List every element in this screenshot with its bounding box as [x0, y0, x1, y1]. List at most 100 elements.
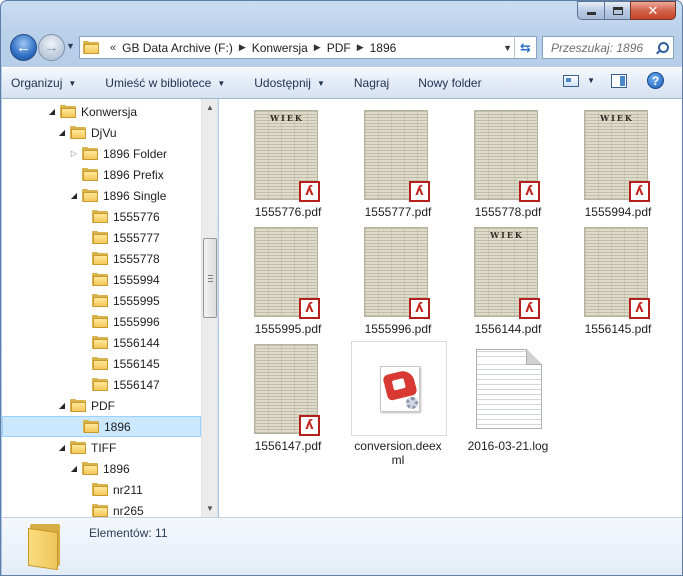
address-overflow-chevron[interactable]: «: [110, 42, 116, 54]
pdf-thumbnail: WIEK ʎ: [474, 227, 540, 319]
tree-item[interactable]: 1555778: [2, 248, 201, 269]
file-name: conversion.deexml: [354, 439, 442, 467]
tree-item[interactable]: ◢ DjVu: [2, 122, 201, 143]
file-name: 1556144.pdf: [474, 322, 542, 336]
item-count: Elementów: 11: [89, 526, 168, 540]
chevron-right-icon[interactable]: ▶: [314, 42, 321, 53]
file-name: 1555778.pdf: [474, 205, 542, 219]
file-item[interactable]: ʎ 1556145.pdf: [566, 225, 670, 340]
change-view-icon[interactable]: [563, 74, 580, 87]
preview-pane-icon[interactable]: [611, 73, 627, 88]
tree-item[interactable]: ◢ TIFF: [2, 437, 201, 458]
tree-item-label: nr265: [113, 503, 144, 518]
expanded-triangle-icon[interactable]: ◢: [57, 443, 67, 452]
chevron-right-icon[interactable]: ▶: [357, 42, 364, 53]
tree-item-label: nr211: [113, 482, 143, 497]
file-item[interactable]: ʎ 1555996.pdf: [346, 225, 450, 340]
tree-scrollbar[interactable]: ▲ ▼: [201, 99, 217, 517]
expanded-triangle-icon[interactable]: ◢: [57, 128, 67, 137]
tree-item[interactable]: nr211: [2, 479, 201, 500]
tree-item[interactable]: ▷ 1896 Folder: [2, 143, 201, 164]
help-icon[interactable]: ?: [647, 72, 664, 89]
tree-item[interactable]: 1555995: [2, 290, 201, 311]
file-item[interactable]: WIEK ʎ 1556144.pdf: [456, 225, 560, 340]
chevron-right-icon[interactable]: ▶: [239, 42, 246, 53]
pdf-file-icon: ʎ: [409, 298, 430, 319]
close-button[interactable]: ✕: [630, 1, 676, 20]
tree-item[interactable]: ◢ 1896 Single: [2, 185, 201, 206]
tree-item[interactable]: 1896: [2, 416, 201, 437]
tree-item-label: PDF: [91, 398, 115, 413]
expanded-triangle-icon[interactable]: ◢: [69, 191, 79, 200]
maximize-button[interactable]: [604, 1, 630, 20]
burn-button[interactable]: Nagraj: [345, 70, 398, 96]
file-item[interactable]: ʎ 1555777.pdf: [346, 108, 450, 223]
breadcrumb-pdf[interactable]: PDF: [327, 41, 351, 55]
search-input[interactable]: Przeszukaj: 1896: [551, 41, 653, 55]
collapsed-triangle-icon[interactable]: ▷: [69, 149, 79, 158]
minimize-button[interactable]: [577, 1, 604, 20]
tree-item[interactable]: ◢ PDF: [2, 395, 201, 416]
refresh-button[interactable]: ⇆: [514, 37, 536, 58]
folder-icon: [60, 105, 76, 118]
tree-item[interactable]: 1555776: [2, 206, 201, 227]
view-controls: ▼ ?: [563, 72, 664, 89]
tree-item[interactable]: 1556144: [2, 332, 201, 353]
file-item[interactable]: 2016-03-21.log: [456, 342, 560, 457]
file-item[interactable]: WIEK ʎ 1555994.pdf: [566, 108, 670, 223]
tree-item[interactable]: 1556147: [2, 374, 201, 395]
expanded-triangle-icon[interactable]: ◢: [69, 464, 79, 473]
tree-item[interactable]: 1556145: [2, 353, 201, 374]
chevron-down-icon: ▼: [68, 78, 77, 88]
new-folder-button[interactable]: Nowy folder: [409, 70, 490, 96]
library-label: Umieść w bibliotece: [105, 76, 212, 90]
include-in-library-menu[interactable]: Umieść w bibliotece ▼: [96, 70, 234, 96]
forward-button[interactable]: →: [38, 34, 65, 61]
expanded-triangle-icon[interactable]: ◢: [47, 107, 57, 116]
expanded-triangle-icon[interactable]: ◢: [57, 401, 67, 410]
share-menu[interactable]: Udostępnij ▼: [245, 70, 334, 96]
scroll-up-icon[interactable]: ▲: [202, 99, 217, 116]
newspaper-masthead: WIEK: [490, 230, 524, 240]
newspaper-masthead: WIEK: [270, 113, 304, 123]
address-bar[interactable]: « GB Data Archive (F:) ▶ Konwersja ▶ PDF…: [79, 36, 537, 59]
organize-menu[interactable]: Organizuj ▼: [2, 70, 85, 96]
file-item[interactable]: conversion.deexml: [346, 341, 450, 467]
recent-pages-dropdown[interactable]: ▼: [66, 41, 75, 51]
back-button[interactable]: ←: [10, 34, 37, 61]
file-item[interactable]: ʎ 1556147.pdf: [236, 342, 340, 457]
folder-icon: [70, 399, 86, 412]
tree-item[interactable]: 1555994: [2, 269, 201, 290]
breadcrumb-drive[interactable]: GB Data Archive (F:): [122, 41, 233, 55]
tree-item-label: 1896: [103, 461, 130, 476]
file-name: 1556147.pdf: [254, 439, 322, 453]
search-box[interactable]: Przeszukaj: 1896: [542, 36, 674, 59]
file-item[interactable]: WIEK ʎ 1555776.pdf: [236, 108, 340, 223]
tree-item[interactable]: 1896 Prefix: [2, 164, 201, 185]
tree-item-label: 1555778: [113, 251, 160, 266]
pdf-file-icon: ʎ: [299, 298, 320, 319]
tree-item-label: 1555777: [113, 230, 160, 245]
tree-item[interactable]: ◢ 1896: [2, 458, 201, 479]
folder-icon: [92, 210, 108, 223]
chevron-down-icon: ▼: [217, 78, 226, 88]
tree-item[interactable]: 1555996: [2, 311, 201, 332]
address-history-dropdown[interactable]: ▼: [503, 43, 512, 53]
file-item[interactable]: ʎ 1555778.pdf: [456, 108, 560, 223]
search-icon[interactable]: [653, 38, 673, 58]
tree-item[interactable]: ◢ Konwersja: [2, 101, 201, 122]
folder-icon: [83, 41, 99, 54]
file-item[interactable]: ʎ 1555995.pdf: [236, 225, 340, 340]
command-bar: Organizuj ▼ Umieść w bibliotece ▼ Udostępn…: [2, 67, 682, 99]
pdf-thumbnail: ʎ: [474, 110, 540, 202]
folder-icon: [92, 231, 108, 244]
breadcrumb-1896[interactable]: 1896: [370, 41, 397, 55]
view-options-dropdown[interactable]: ▼: [587, 76, 595, 85]
scroll-down-icon[interactable]: ▼: [202, 500, 217, 517]
back-arrow-icon: ←: [16, 39, 31, 56]
breadcrumb-konwersja[interactable]: Konwersja: [252, 41, 308, 55]
pdf-file-icon: ʎ: [629, 298, 650, 319]
scrollbar-thumb[interactable]: [203, 238, 217, 318]
tree-item[interactable]: 1555777: [2, 227, 201, 248]
tree-item[interactable]: nr265: [2, 500, 201, 517]
